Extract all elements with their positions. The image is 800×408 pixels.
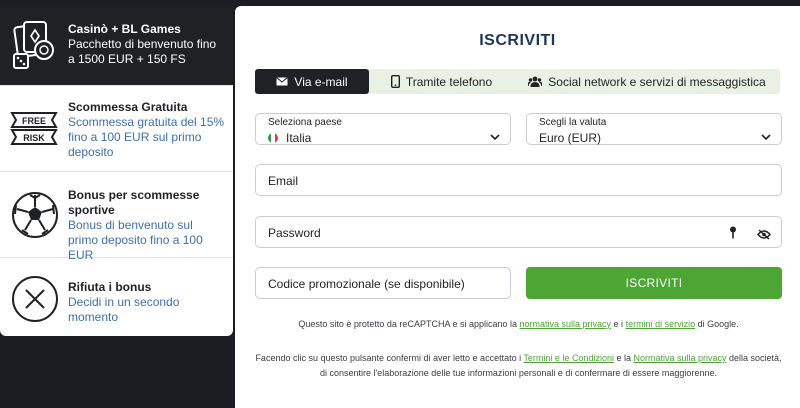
bonus-panel: Casinò + BL Games Pacchetto di benvenuto… bbox=[0, 6, 233, 336]
promo-placeholder: Codice promozionale (se disponibile) bbox=[268, 277, 465, 291]
register-button[interactable]: ISCRIVITI bbox=[526, 267, 782, 299]
promo-code-field[interactable]: Codice promozionale (se disponibile) bbox=[255, 267, 511, 299]
chevron-down-icon bbox=[490, 127, 500, 145]
recaptcha-notice: Questo sito è protetto da reCAPTCHA e si… bbox=[255, 317, 782, 332]
bonus-item-sports[interactable]: Bonus per scommesse sportive Bonus di be… bbox=[0, 172, 233, 262]
registration-tabs: Via e-mail Tramite telefono Social netwo… bbox=[255, 69, 780, 94]
chevron-down-icon bbox=[761, 127, 771, 145]
currency-select[interactable]: Scegli la valuta Euro (EUR) bbox=[526, 113, 782, 145]
key-icon[interactable] bbox=[729, 226, 737, 244]
bonus-title: Bonus per scommesse sportive bbox=[68, 188, 200, 217]
bonus-desc: Bonus di benvenuto sul primo deposito fi… bbox=[68, 218, 203, 262]
recaptcha-text: Questo sito è protetto da reCAPTCHA e si… bbox=[298, 319, 520, 329]
password-field[interactable]: Password bbox=[255, 216, 782, 248]
tab-phone[interactable]: Tramite telefono bbox=[369, 69, 514, 94]
italy-flag-icon bbox=[268, 133, 278, 143]
terms-of-service-link[interactable]: termini di servizio bbox=[626, 319, 696, 329]
phone-icon bbox=[390, 75, 400, 88]
bonus-desc: Pacchetto di benvenuto fino a 1500 EUR +… bbox=[68, 37, 217, 66]
risk-text: RISK bbox=[23, 133, 45, 143]
consent-text: e la bbox=[613, 353, 634, 363]
bonus-title: Rifiuta i bonus bbox=[68, 280, 152, 294]
users-icon bbox=[528, 76, 543, 87]
registration-form: ISCRIVITI Via e-mail Tramite telefono So… bbox=[235, 6, 800, 408]
recaptcha-text: e i bbox=[611, 319, 626, 329]
bonus-title: Casinò + BL Games bbox=[68, 22, 181, 36]
envelope-icon bbox=[276, 77, 289, 86]
email-field[interactable]: Email bbox=[255, 164, 782, 196]
country-value: Italia bbox=[286, 131, 312, 145]
tab-label: Via e-mail bbox=[294, 74, 348, 89]
eye-off-icon[interactable] bbox=[757, 227, 771, 245]
free-risk-ticket-icon: FREE RISK bbox=[10, 110, 58, 153]
bonus-desc: Scommessa gratuita del 15% fino a 100 EU… bbox=[68, 115, 225, 159]
bonus-item-casino[interactable]: Casinò + BL Games Pacchetto di benvenuto… bbox=[0, 6, 233, 86]
soccer-ball-icon bbox=[10, 190, 60, 245]
terms-conditions-link[interactable]: Termini e le Condizioni bbox=[523, 353, 614, 363]
currency-label: Scegli la valuta bbox=[539, 117, 607, 128]
tab-label: Social network e servizi di messaggistic… bbox=[548, 74, 766, 89]
close-circle-icon bbox=[10, 274, 60, 329]
tab-label: Tramite telefono bbox=[405, 74, 493, 89]
privacy-policy-link[interactable]: Normativa sulla privacy bbox=[633, 353, 726, 363]
bonus-desc: Decidi in un secondo momento bbox=[68, 295, 180, 324]
tab-email[interactable]: Via e-mail bbox=[255, 69, 369, 94]
consent-notice: Facendo clic su questo pulsante confermi… bbox=[255, 351, 782, 381]
bonus-item-free-bet[interactable]: FREE RISK Scommessa Gratuita Scommessa g… bbox=[0, 86, 233, 172]
bonus-title: Scommessa Gratuita bbox=[68, 100, 188, 114]
free-text: FREE bbox=[22, 116, 46, 126]
email-placeholder: Email bbox=[268, 174, 299, 188]
consent-text: Facendo clic su questo pulsante confermi… bbox=[255, 353, 524, 363]
form-title: ISCRIVITI bbox=[479, 32, 556, 49]
currency-value: Euro (EUR) bbox=[539, 131, 602, 145]
tab-social[interactable]: Social network e servizi di messaggistic… bbox=[514, 69, 780, 94]
country-label: Seleziona paese bbox=[268, 117, 342, 128]
password-placeholder: Password bbox=[268, 226, 321, 240]
recaptcha-text: di Google. bbox=[695, 319, 739, 329]
privacy-policy-link[interactable]: normativa sulla privacy bbox=[520, 319, 612, 329]
country-select[interactable]: Seleziona paese Italia bbox=[255, 113, 511, 145]
bonus-item-decline[interactable]: Rifiuta i bonus Decidi in un secondo mom… bbox=[0, 258, 233, 336]
casino-cards-dice-icon bbox=[10, 18, 58, 77]
